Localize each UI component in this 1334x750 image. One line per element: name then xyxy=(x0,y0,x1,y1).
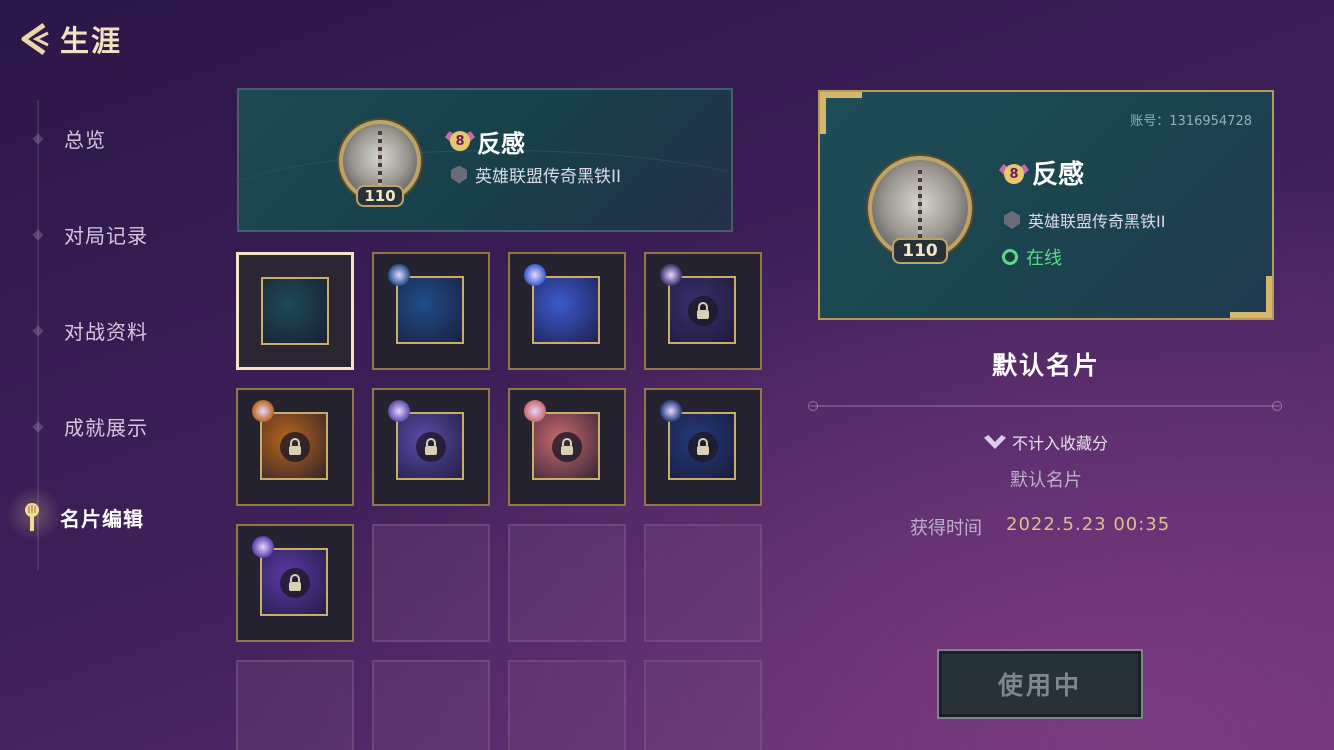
obtain-time-label: 获得时间 xyxy=(910,518,982,539)
card-tile-locked[interactable] xyxy=(236,388,354,506)
sidebar-item-label: 对战资料 xyxy=(64,320,148,344)
card-slot-empty xyxy=(236,660,354,750)
card-ornament xyxy=(252,400,274,422)
lock-icon xyxy=(688,432,718,462)
card-thumbnail xyxy=(532,276,600,344)
online-status-icon xyxy=(1002,249,1018,265)
card-tile-locked[interactable] xyxy=(508,388,626,506)
collection-note-text: 不计入收藏分 xyxy=(1011,434,1108,453)
card-tile-locked[interactable] xyxy=(372,388,490,506)
lock-icon xyxy=(280,568,310,598)
lock-icon xyxy=(688,296,718,326)
divider xyxy=(808,401,1282,411)
rank-tier-icon xyxy=(1004,211,1020,229)
rank-badge-icon: 8 xyxy=(445,126,475,156)
badge-number: 8 xyxy=(450,131,470,151)
in-use-button[interactable]: 使用中 xyxy=(937,649,1143,719)
card-title: 默认名片 xyxy=(991,351,1100,380)
card-ornament xyxy=(524,264,546,286)
nav-dot-icon xyxy=(32,324,44,337)
rank-text: 英雄联盟传奇黑铁II xyxy=(475,167,622,187)
player-name: 反感 xyxy=(1032,160,1085,190)
nav-dot-icon xyxy=(32,132,44,145)
rank-text: 英雄联盟传奇黑铁II xyxy=(1028,212,1166,231)
card-ornament xyxy=(388,264,410,286)
card-tile-locked[interactable] xyxy=(644,252,762,370)
card-slot-empty xyxy=(372,524,490,642)
avatar-art xyxy=(918,169,922,247)
rank-row: 英雄联盟传奇黑铁II xyxy=(451,162,621,187)
active-glow xyxy=(4,484,64,544)
avatar-art xyxy=(378,131,382,191)
card-slot-empty xyxy=(508,524,626,642)
card-tile[interactable] xyxy=(508,252,626,370)
sidebar-item-label: 成就展示 xyxy=(64,416,148,440)
card-tile-locked[interactable] xyxy=(236,524,354,642)
card-ornament xyxy=(660,264,682,286)
card-detail-preview: 账号：1316954728 110 8 反感 英雄联盟传奇黑铁II 在线 xyxy=(818,90,1274,320)
sidebar-item-overview[interactable]: 总览 xyxy=(22,124,106,153)
wing-icon xyxy=(983,435,1006,449)
lock-icon xyxy=(280,432,310,462)
nav-dot-icon xyxy=(32,420,44,433)
sidebar-item-label: 名片编辑 xyxy=(60,506,144,531)
page-title: 生涯 xyxy=(60,24,123,58)
card-description: 默认名片 xyxy=(1010,470,1082,491)
status-text: 在线 xyxy=(1026,248,1062,269)
nav-dot-icon xyxy=(32,228,44,241)
sidebar-item-match-history[interactable]: 对局记录 xyxy=(22,220,148,249)
rank-tier-icon xyxy=(451,165,467,184)
card-tile[interactable] xyxy=(372,252,490,370)
account-id: 账号：1316954728 xyxy=(1130,114,1252,129)
avatar xyxy=(339,120,421,202)
online-status: 在线 xyxy=(1002,244,1062,270)
card-ornament xyxy=(252,536,274,558)
card-ornament xyxy=(660,400,682,422)
rank-row: 英雄联盟传奇黑铁II xyxy=(1004,208,1165,232)
player-name: 反感 xyxy=(477,130,525,158)
obtain-time-row: 获得时间 2022.5.23 00:35 xyxy=(910,514,1170,540)
card-slot-empty xyxy=(508,660,626,750)
collection-note: 不计入收藏分 xyxy=(818,430,1274,454)
rank-badge-icon: 8 xyxy=(998,158,1030,190)
lock-icon xyxy=(416,432,446,462)
card-thumbnail xyxy=(261,277,329,345)
sidebar-item-card-edit[interactable]: 名片编辑 xyxy=(4,484,144,544)
badge-number: 8 xyxy=(1004,164,1024,184)
card-thumbnail xyxy=(396,276,464,344)
sidebar-item-achievements[interactable]: 成就展示 xyxy=(22,412,148,441)
card-ornament xyxy=(524,400,546,422)
level-badge: 110 xyxy=(356,185,404,207)
sidebar-item-label: 对局记录 xyxy=(64,224,148,248)
lock-icon xyxy=(552,432,582,462)
card-slot-empty xyxy=(644,524,762,642)
level-badge: 110 xyxy=(892,238,948,264)
back-button[interactable]: 生涯 xyxy=(14,18,122,60)
card-tile[interactable] xyxy=(236,252,354,370)
card-ornament xyxy=(388,400,410,422)
card-slot-empty xyxy=(644,660,762,750)
back-arrow-icon xyxy=(21,22,49,56)
sidebar-item-battle-stats[interactable]: 对战资料 xyxy=(22,316,148,345)
card-slot-empty xyxy=(372,660,490,750)
card-tile-locked[interactable] xyxy=(644,388,762,506)
card-preview: 110 8 反感 英雄联盟传奇黑铁II xyxy=(237,88,733,232)
obtain-time-value: 2022.5.23 00:35 xyxy=(1006,514,1171,535)
sidebar-item-label: 总览 xyxy=(64,128,106,152)
